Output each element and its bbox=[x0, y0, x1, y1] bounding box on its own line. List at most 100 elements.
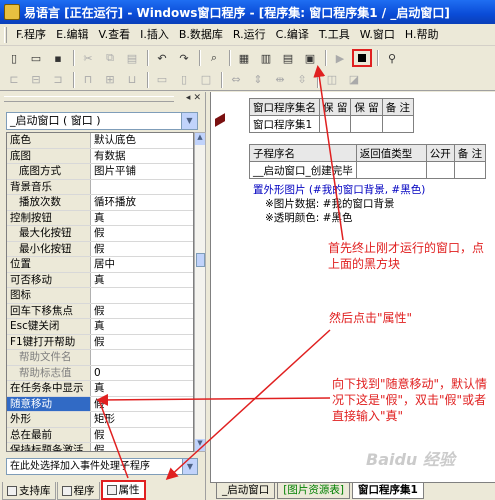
code-editor[interactable]: 窗口程序集名 保 留 保 留 备 注 窗口程序集1 子程序名 返回值类型 公开 … bbox=[210, 92, 495, 482]
property-value[interactable]: 真 bbox=[91, 272, 193, 287]
align-center-icon[interactable]: ⊟ bbox=[26, 71, 46, 89]
scroll-up-icon[interactable]: ▲ bbox=[195, 133, 205, 145]
bring-front-icon[interactable]: ◫ bbox=[322, 71, 342, 89]
property-value[interactable]: 假 bbox=[91, 303, 193, 318]
property-scrollbar[interactable]: ▲ ▼ bbox=[194, 132, 206, 452]
property-row[interactable]: Esc键关闭真 bbox=[7, 319, 193, 335]
layout-icon-2[interactable]: ▥ bbox=[256, 49, 276, 67]
tab-support-library[interactable]: 支持库 bbox=[2, 482, 56, 500]
menu-tools[interactable]: T.工具 bbox=[314, 25, 355, 45]
property-row[interactable]: 最大化按钮假 bbox=[7, 226, 193, 242]
property-row[interactable]: 在任务条中显示真 bbox=[7, 381, 193, 397]
send-back-icon[interactable]: ◪ bbox=[344, 71, 364, 89]
paste-icon[interactable]: ▤ bbox=[122, 49, 142, 67]
property-value[interactable]: 假 bbox=[91, 226, 193, 241]
property-row[interactable]: 随意移动假 bbox=[7, 396, 193, 412]
tab-start-window[interactable]: _启动窗口 bbox=[216, 483, 276, 499]
same-width-icon[interactable]: ▭ bbox=[152, 71, 172, 89]
align-left-icon[interactable]: ⊏ bbox=[4, 71, 24, 89]
property-value[interactable]: 矩形 bbox=[91, 412, 193, 427]
panel-close-icon[interactable]: ✕ bbox=[193, 93, 201, 103]
property-value[interactable]: 真 bbox=[91, 210, 193, 225]
table-cell[interactable] bbox=[453, 161, 487, 179]
stop-icon[interactable] bbox=[352, 49, 372, 67]
table-cell[interactable] bbox=[355, 161, 427, 179]
panel-grip[interactable] bbox=[4, 96, 174, 102]
v-center-icon[interactable]: ⇳ bbox=[292, 71, 312, 89]
layout-icon-1[interactable]: ▦ bbox=[234, 49, 254, 67]
property-row[interactable]: 回车下移焦点假 bbox=[7, 303, 193, 319]
align-middle-icon[interactable]: ⊞ bbox=[100, 71, 120, 89]
property-value[interactable]: 0 bbox=[91, 365, 193, 380]
event-selector[interactable]: 在此处选择加入事件处理子程序 ▼ bbox=[6, 458, 198, 475]
run-icon[interactable]: ▶ bbox=[330, 49, 350, 67]
layout-icon-3[interactable]: ▤ bbox=[278, 49, 298, 67]
save-file-icon[interactable]: ▪ bbox=[48, 49, 68, 67]
property-row[interactable]: 总在最前假 bbox=[7, 427, 193, 443]
property-row[interactable]: 图标 bbox=[7, 288, 193, 304]
tab-program[interactable]: 程序 bbox=[56, 482, 100, 500]
chevron-down-icon[interactable]: ▼ bbox=[181, 113, 197, 129]
h-center-icon[interactable]: ⇹ bbox=[270, 71, 290, 89]
table-cell[interactable] bbox=[350, 115, 383, 133]
scroll-down-icon[interactable]: ▼ bbox=[195, 439, 205, 451]
property-value[interactable] bbox=[91, 288, 193, 303]
h-spacing-icon[interactable]: ⇔ bbox=[226, 71, 246, 89]
menu-view[interactable]: V.查看 bbox=[94, 25, 136, 45]
property-value[interactable]: 默认底色 bbox=[91, 133, 193, 148]
property-value[interactable]: 真 bbox=[91, 381, 193, 396]
property-value[interactable]: 假 bbox=[91, 241, 193, 256]
code-line[interactable]: ※图片数据: #我的窗口背景 bbox=[265, 196, 394, 211]
property-row[interactable]: 帮助标志值 0 bbox=[7, 365, 193, 381]
cut-icon[interactable]: ✂ bbox=[78, 49, 98, 67]
menu-database[interactable]: B.数据库 bbox=[174, 25, 228, 45]
find-icon[interactable]: ⌕ bbox=[204, 49, 224, 67]
table-cell[interactable]: __启动窗口_创建完毕 bbox=[249, 161, 357, 179]
tab-window-assembly[interactable]: 窗口程序集1 bbox=[351, 483, 424, 499]
property-row[interactable]: 底图方式 图片平铺 bbox=[7, 164, 193, 180]
tab-properties[interactable]: 属性 bbox=[100, 480, 146, 500]
copy-icon[interactable]: ⧉ bbox=[100, 49, 120, 67]
property-value[interactable]: 假 bbox=[91, 427, 193, 442]
open-file-icon[interactable]: ▭ bbox=[26, 49, 46, 67]
chevron-down-icon[interactable]: ▼ bbox=[182, 459, 197, 474]
table-cell[interactable] bbox=[318, 115, 352, 133]
menu-help[interactable]: H.帮助 bbox=[400, 25, 444, 45]
v-spacing-icon[interactable]: ⇕ bbox=[248, 71, 268, 89]
property-row[interactable]: 底色 默认底色 bbox=[7, 133, 193, 149]
property-row[interactable]: 外形 矩形 bbox=[7, 412, 193, 428]
property-row[interactable]: 保持标题条激活假 bbox=[7, 443, 193, 451]
code-line[interactable]: ※透明颜色: #黑色 bbox=[265, 210, 352, 225]
property-row[interactable]: 位置 居中 bbox=[7, 257, 193, 273]
property-value[interactable]: 假 bbox=[91, 443, 193, 451]
undo-icon[interactable]: ↶ bbox=[152, 49, 172, 67]
menu-program[interactable]: F.程序 bbox=[11, 25, 51, 45]
property-value[interactable]: 图片平铺 bbox=[91, 164, 193, 179]
table-cell[interactable] bbox=[425, 161, 455, 179]
window-selector[interactable]: _启动窗口 ( 窗口 ) ▼ bbox=[6, 112, 198, 130]
same-height-icon[interactable]: ▯ bbox=[174, 71, 194, 89]
menu-compile[interactable]: C.编译 bbox=[271, 25, 314, 45]
align-bottom-icon[interactable]: ⊔ bbox=[122, 71, 142, 89]
new-file-icon[interactable]: ▯ bbox=[4, 49, 24, 67]
code-line[interactable]: 置外形图片 (#我的窗口背景, #黑色) bbox=[253, 182, 425, 197]
property-row[interactable]: 最小化按钮假 bbox=[7, 241, 193, 257]
align-right-icon[interactable]: ⊐ bbox=[48, 71, 68, 89]
property-row[interactable]: 帮助文件名 bbox=[7, 350, 193, 366]
property-row[interactable]: 底图 有数据 bbox=[7, 148, 193, 164]
align-top-icon[interactable]: ⊓ bbox=[78, 71, 98, 89]
property-row[interactable]: 控制按钮真 bbox=[7, 210, 193, 226]
menu-window[interactable]: W.窗口 bbox=[355, 25, 400, 45]
property-row[interactable]: 播放次数 循环播放 bbox=[7, 195, 193, 211]
menu-run[interactable]: R.运行 bbox=[228, 25, 271, 45]
scroll-thumb[interactable] bbox=[196, 253, 205, 267]
property-row[interactable]: 背景音乐 bbox=[7, 179, 193, 195]
property-value[interactable] bbox=[91, 179, 193, 194]
table-cell[interactable]: 窗口程序集1 bbox=[249, 115, 320, 133]
property-row[interactable]: F1键打开帮助假 bbox=[7, 334, 193, 350]
debug-icon[interactable]: ⚲ bbox=[382, 49, 402, 67]
property-value[interactable]: 有数据 bbox=[91, 148, 193, 163]
redo-icon[interactable]: ↷ bbox=[174, 49, 194, 67]
tab-image-resources[interactable]: [图片资源表] bbox=[277, 483, 350, 499]
layout-icon-4[interactable]: ▣ bbox=[300, 49, 320, 67]
